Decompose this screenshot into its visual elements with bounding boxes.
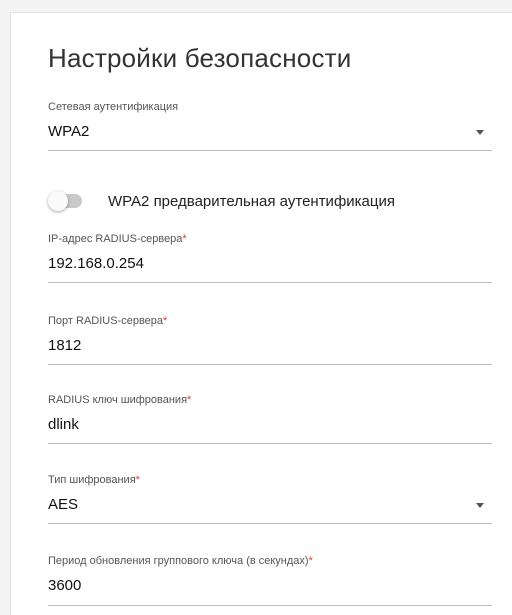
radius-port-field[interactable]: Порт RADIUS-сервера* 1812 (48, 315, 492, 365)
radius-port-input[interactable]: 1812 (48, 337, 492, 355)
encryption-type-value[interactable]: AES (48, 496, 492, 514)
group-key-period-field[interactable]: Период обновления группового ключа (в се… (48, 555, 492, 606)
radius-ip-label: IP-адрес RADIUS-сервера* (48, 233, 187, 245)
encryption-type-label: Тип шифрования* (48, 474, 140, 486)
toggle-knob[interactable] (48, 191, 68, 211)
radius-port-label: Порт RADIUS-сервера* (48, 315, 168, 327)
radius-key-field[interactable]: RADIUS ключ шифрования* dlink (48, 394, 492, 444)
encryption-type-select[interactable]: Тип шифрования* AES (48, 474, 492, 524)
field-underline (48, 605, 492, 606)
radius-ip-field[interactable]: IP-адрес RADIUS-сервера* 192.168.0.254 (48, 233, 492, 283)
field-underline (48, 523, 492, 524)
group-key-period-label: Период обновления группового ключа (в се… (48, 555, 313, 567)
field-underline (48, 282, 492, 283)
network-auth-select[interactable]: Сетевая аутентификация WPA2 (48, 101, 492, 151)
preauth-toggle[interactable] (48, 191, 82, 211)
group-key-period-input[interactable]: 3600 (48, 577, 492, 595)
security-settings-card: Настройки безопасности Сетевая аутентифи… (10, 12, 512, 615)
preauth-toggle-row[interactable]: WPA2 предварительная аутентификация (48, 189, 395, 213)
preauth-label: WPA2 предварительная аутентификация (108, 192, 395, 210)
radius-ip-input[interactable]: 192.168.0.254 (48, 255, 492, 273)
chevron-down-icon[interactable] (476, 130, 484, 135)
network-auth-value[interactable]: WPA2 (48, 123, 492, 141)
field-underline (48, 364, 492, 365)
network-auth-label: Сетевая аутентификация (48, 101, 179, 113)
radius-key-label: RADIUS ключ шифрования* (48, 394, 192, 406)
page-title: Настройки безопасности (48, 43, 352, 73)
chevron-down-icon[interactable] (476, 503, 484, 508)
field-underline (48, 443, 492, 444)
field-underline (48, 150, 492, 151)
radius-key-input[interactable]: dlink (48, 416, 492, 434)
